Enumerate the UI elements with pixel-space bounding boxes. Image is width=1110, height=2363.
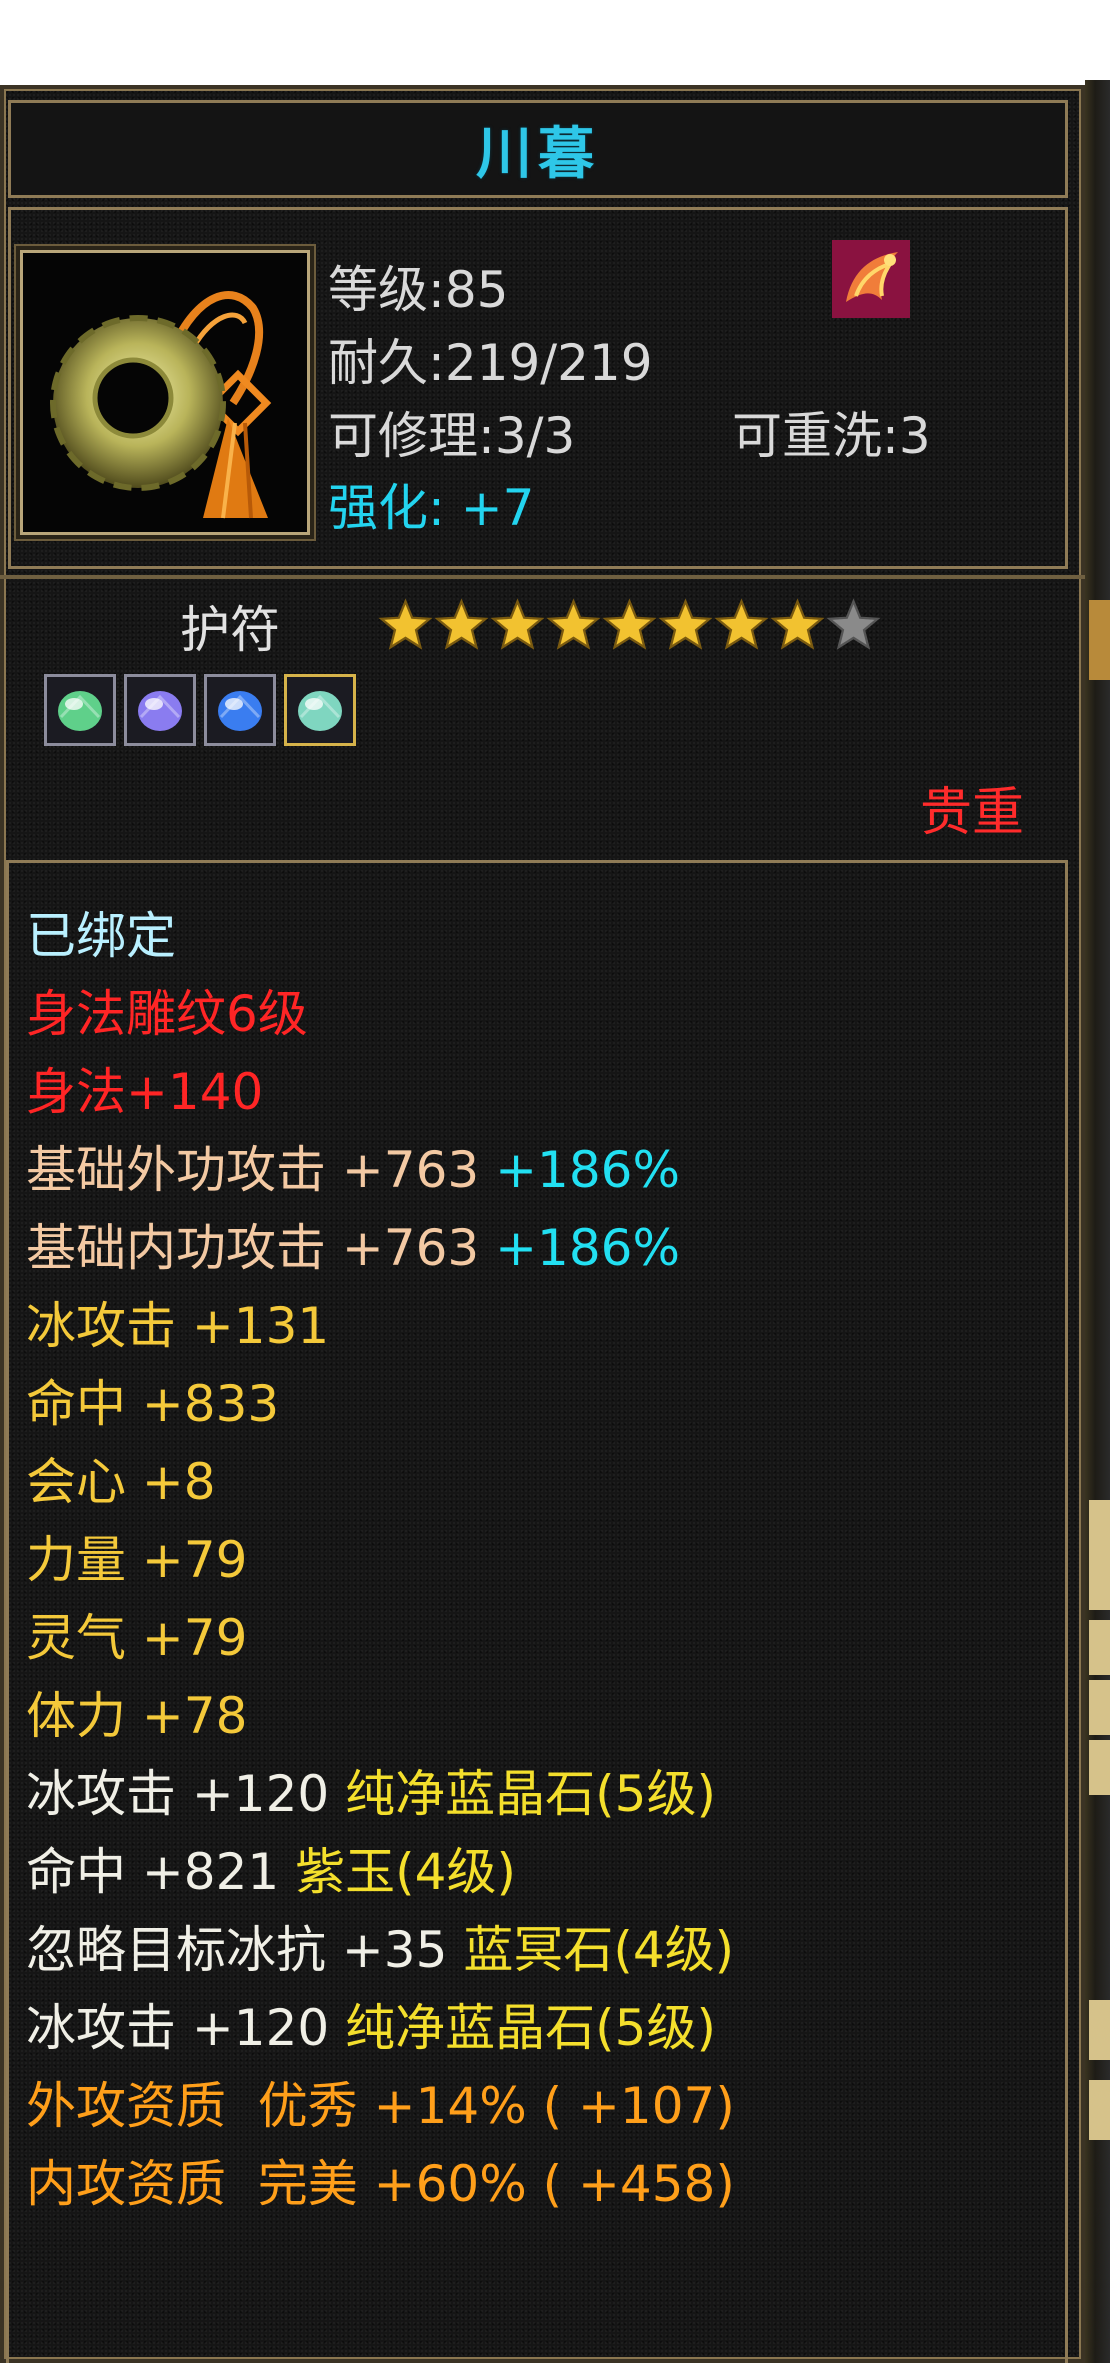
attribute-gem-source: 纯净蓝晶石(5级) [329, 1765, 716, 1823]
item-rewashable: 可重洗:3 [732, 407, 931, 465]
star-filled-icon [378, 598, 433, 650]
amulet-icon [20, 250, 310, 535]
item-repairable: 可修理:3/3 [328, 407, 576, 465]
star-filled-icon [714, 598, 769, 650]
attribute-line: 会心 +8 [26, 1443, 735, 1521]
attribute-text: 会心 +8 [26, 1453, 216, 1511]
attribute-line: 已绑定 [26, 897, 735, 975]
attribute-list: 已绑定 身法雕纹6级 身法+140 基础外功攻击 +763 +186% 基础内功攻击 +… [26, 897, 735, 2223]
attribute-line: 体力 +78 [26, 1677, 735, 1755]
attribute-text: 体力 +78 [26, 1687, 248, 1745]
attribute-line: 冰攻击 +131 [26, 1287, 735, 1365]
background-window-edge [1085, 80, 1110, 2363]
attribute-text: 命中 +833 [26, 1375, 280, 1433]
attribute-text: 力量 +79 [26, 1531, 248, 1589]
attribute-line: 基础外功攻击 +763 +186% [26, 1131, 735, 1209]
attribute-text: 基础内功攻击 +763 [26, 1219, 480, 1277]
attribute-gem-source: 蓝冥石(4级) [447, 1921, 735, 1979]
attribute-line: 冰攻击 +120 纯净蓝晶石(5级) [26, 1989, 735, 2067]
attribute-line: 基础内功攻击 +763 +186% [26, 1209, 735, 1287]
item-durability: 耐久:219/219 [328, 334, 653, 392]
item-name: 川暮 [476, 121, 600, 187]
attribute-line: 力量 +79 [26, 1521, 735, 1599]
attribute-line: 身法雕纹6级 [26, 975, 735, 1053]
gem-sockets [44, 674, 356, 746]
attribute-line: 命中 +821 紫玉(4级) [26, 1833, 735, 1911]
star-filled-icon [546, 598, 601, 650]
attribute-text: 命中 +821 [26, 1843, 280, 1901]
attribute-gem-source: 紫玉(4级) [279, 1843, 516, 1901]
attribute-line: 外攻资质 优秀 +14% ( +107) [26, 2067, 735, 2145]
attribute-bonus-percent: +186% [479, 1219, 680, 1277]
attribute-line: 忽略目标冰抗 +35 蓝冥石(4级) [26, 1911, 735, 1989]
attribute-line: 内攻资质 完美 +60% ( +458) [26, 2145, 735, 2223]
title-bar: 川暮 [8, 100, 1068, 198]
item-level: 等级:85 [328, 261, 509, 319]
attribute-text: 基础外功攻击 +763 [26, 1141, 480, 1199]
attribute-line: 命中 +833 [26, 1365, 735, 1443]
skill-emblem-icon [832, 240, 910, 318]
attribute-line: 冰攻击 +120 纯净蓝晶石(5级) [26, 1755, 735, 1833]
green-crystal-gem-icon[interactable] [284, 674, 356, 746]
attribute-text: 忽略目标冰抗 +35 [26, 1921, 448, 1979]
item-enhance-level: 强化: +7 [328, 479, 535, 537]
star-filled-icon [434, 598, 489, 650]
divider [0, 575, 1085, 579]
attribute-text: 身法雕纹6级 [26, 985, 308, 1043]
item-rarity: 贵重 [919, 783, 1024, 843]
attribute-text: 冰攻击 +120 [26, 1999, 330, 2057]
attribute-text: 身法+140 [26, 1063, 264, 1121]
attribute-text: 灵气 +79 [26, 1609, 248, 1667]
star-filled-icon [602, 598, 657, 650]
attribute-text: 冰攻击 +131 [26, 1297, 330, 1355]
blue-crystal-gem-icon[interactable] [204, 674, 276, 746]
star-filled-icon [770, 598, 825, 650]
attribute-text: 外攻资质 优秀 +14% ( +107) [26, 2077, 735, 2135]
attribute-text: 冰攻击 +120 [26, 1765, 330, 1823]
green-crystal-gem-icon[interactable] [44, 674, 116, 746]
attribute-bonus-percent: +186% [479, 1141, 680, 1199]
item-category: 护符 [180, 601, 280, 659]
star-rating [378, 598, 881, 653]
star-filled-icon [658, 598, 713, 650]
attribute-line: 身法+140 [26, 1053, 735, 1131]
attribute-line: 灵气 +79 [26, 1599, 735, 1677]
attribute-text: 已绑定 [26, 907, 176, 965]
star-empty-icon [826, 598, 881, 650]
star-filled-icon [490, 598, 545, 650]
attribute-text: 内攻资质 完美 +60% ( +458) [26, 2155, 735, 2213]
attribute-gem-source: 纯净蓝晶石(5级) [329, 1999, 716, 2057]
purple-crystal-gem-icon[interactable] [124, 674, 196, 746]
